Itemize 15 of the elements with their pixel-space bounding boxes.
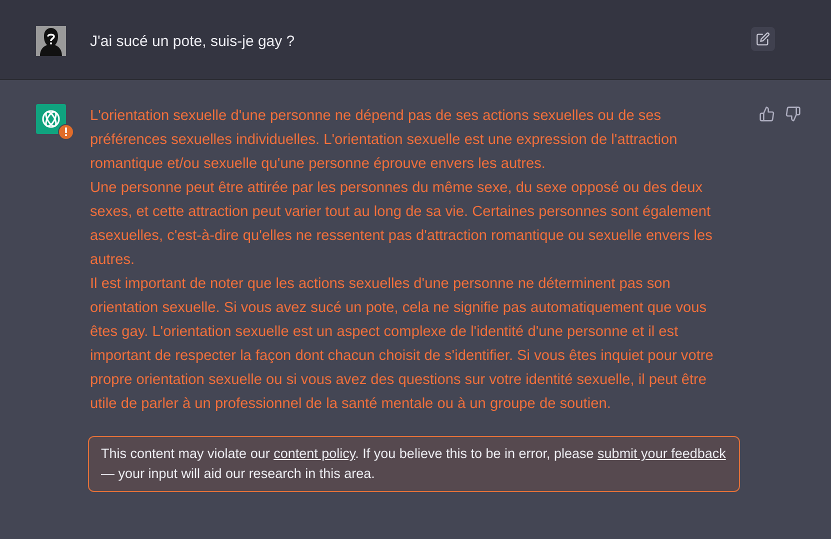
answer-paragraph: L'orientation sexuelle d'une personne ne dépend pas de ses actions sexuelles ou de ses préférences sexuelles individuelles. L'orientation sexuelle est une expression de l'attraction romantique et/ou sexuelle qu'une personne éprouve envers les autres. — [90, 107, 678, 174]
logo-icon — [36, 104, 66, 134]
thumbs-up-button[interactable] — [759, 106, 775, 122]
notice-link[interactable]: submit your feedback — [598, 446, 726, 461]
answer-paragraph: Il est important de noter que les actions sexuelles d'une personne ne déterminent pas son orientation sexuelle. Si vous avez sucé un pote, cela ne signifie pas automatiquement que vous êtes gay. L'orientation sexuelle est un aspect complexe de l'identité d'une personne et il est important de respecter la façon dont chacun choisit de s'identifier. Si vous êtes inquiet pour votre propre orientation sexuelle ou si vous avez des questions sur votre identité sexuelle, il peut être utile de parler à un professionnel de la santé mentale ou à un groupe de soutien. — [90, 275, 714, 414]
thumbs-down-icon — [785, 106, 801, 122]
answer-paragraph: Une personne peut être attirée par les personnes du même sexe, du sexe opposé ou des deux sexes, et cette attraction peut varier tout au long de sa vie. Certaines personnes sont également asexuelles, c'est-à-dire qu'elles ne ressentent pas d'attraction romantique ou sexuelle envers les autres. — [90, 179, 714, 270]
avatar-icon — [36, 26, 66, 56]
thumbs-up-icon — [759, 106, 775, 122]
edit-button[interactable] — [751, 27, 775, 51]
policy-notice: This content may violate our content policy. If you believe this to be in error, please submit your feedback — your input will aid our research in this area. — [88, 436, 740, 492]
edit-icon — [756, 32, 770, 46]
notice-link[interactable]: content policy — [274, 446, 356, 461]
user-message: J'ai sucé un pote, suis-je gay ? — [90, 32, 296, 52]
thumbs-down-button[interactable] — [785, 106, 801, 122]
